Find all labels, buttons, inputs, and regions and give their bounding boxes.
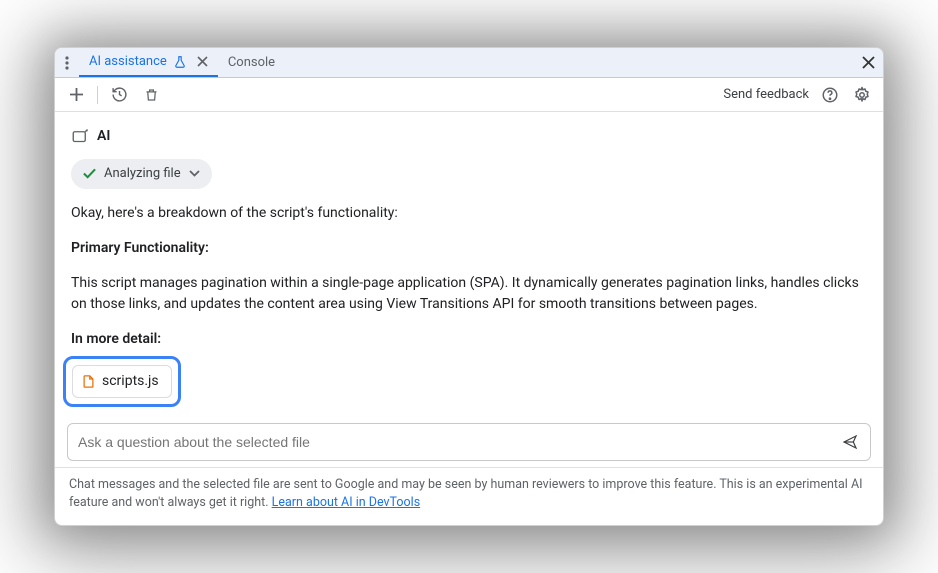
response-heading-1: Primary Functionality: bbox=[71, 238, 867, 259]
response-body-1: This script manages pagination within a … bbox=[71, 273, 867, 315]
send-button[interactable] bbox=[840, 434, 860, 450]
delete-button[interactable] bbox=[140, 84, 162, 106]
prompt-input[interactable] bbox=[78, 434, 840, 450]
selected-file-highlight: scripts.js bbox=[63, 356, 181, 407]
help-button[interactable] bbox=[819, 84, 841, 106]
tab-console[interactable]: Console bbox=[218, 48, 285, 77]
disclaimer-link[interactable]: Learn about AI in DevTools bbox=[272, 495, 421, 510]
disclaimer: Chat messages and the selected file are … bbox=[55, 467, 883, 526]
ai-label: AI bbox=[97, 126, 110, 147]
status-chip[interactable]: Analyzing file bbox=[71, 159, 212, 189]
tab-strip: AI assistance Console bbox=[55, 48, 883, 78]
status-label: Analyzing file bbox=[104, 164, 181, 184]
tab-label: Console bbox=[228, 55, 275, 70]
ai-spark-icon bbox=[71, 128, 89, 146]
kebab-menu-icon[interactable] bbox=[55, 56, 79, 70]
file-icon bbox=[81, 373, 96, 390]
tab-ai-assistance[interactable]: AI assistance bbox=[79, 48, 218, 77]
flask-icon bbox=[173, 55, 187, 69]
selected-file-chip[interactable]: scripts.js bbox=[72, 365, 172, 398]
ai-header: AI bbox=[71, 126, 867, 147]
close-tab-icon[interactable] bbox=[197, 56, 208, 67]
chat-content: AI Analyzing file Okay, here's a breakdo… bbox=[55, 112, 883, 415]
settings-button[interactable] bbox=[851, 84, 873, 106]
response-heading-2: In more detail: bbox=[71, 329, 867, 350]
devtools-panel: AI assistance Console Send feedback bbox=[54, 47, 884, 526]
prompt-input-row bbox=[67, 423, 871, 461]
toolbar: Send feedback bbox=[55, 78, 883, 112]
response-intro: Okay, here's a breakdown of the script's… bbox=[71, 203, 867, 224]
disclaimer-text: Chat messages and the selected file are … bbox=[69, 477, 863, 511]
file-name: scripts.js bbox=[102, 371, 159, 392]
send-feedback-link[interactable]: Send feedback bbox=[723, 87, 809, 102]
tab-label: AI assistance bbox=[89, 54, 167, 69]
divider bbox=[97, 86, 98, 104]
history-button[interactable] bbox=[108, 84, 130, 106]
chevron-down-icon bbox=[189, 170, 200, 177]
check-icon bbox=[83, 168, 96, 179]
close-panel-icon[interactable] bbox=[853, 56, 883, 69]
new-chat-button[interactable] bbox=[65, 84, 87, 106]
